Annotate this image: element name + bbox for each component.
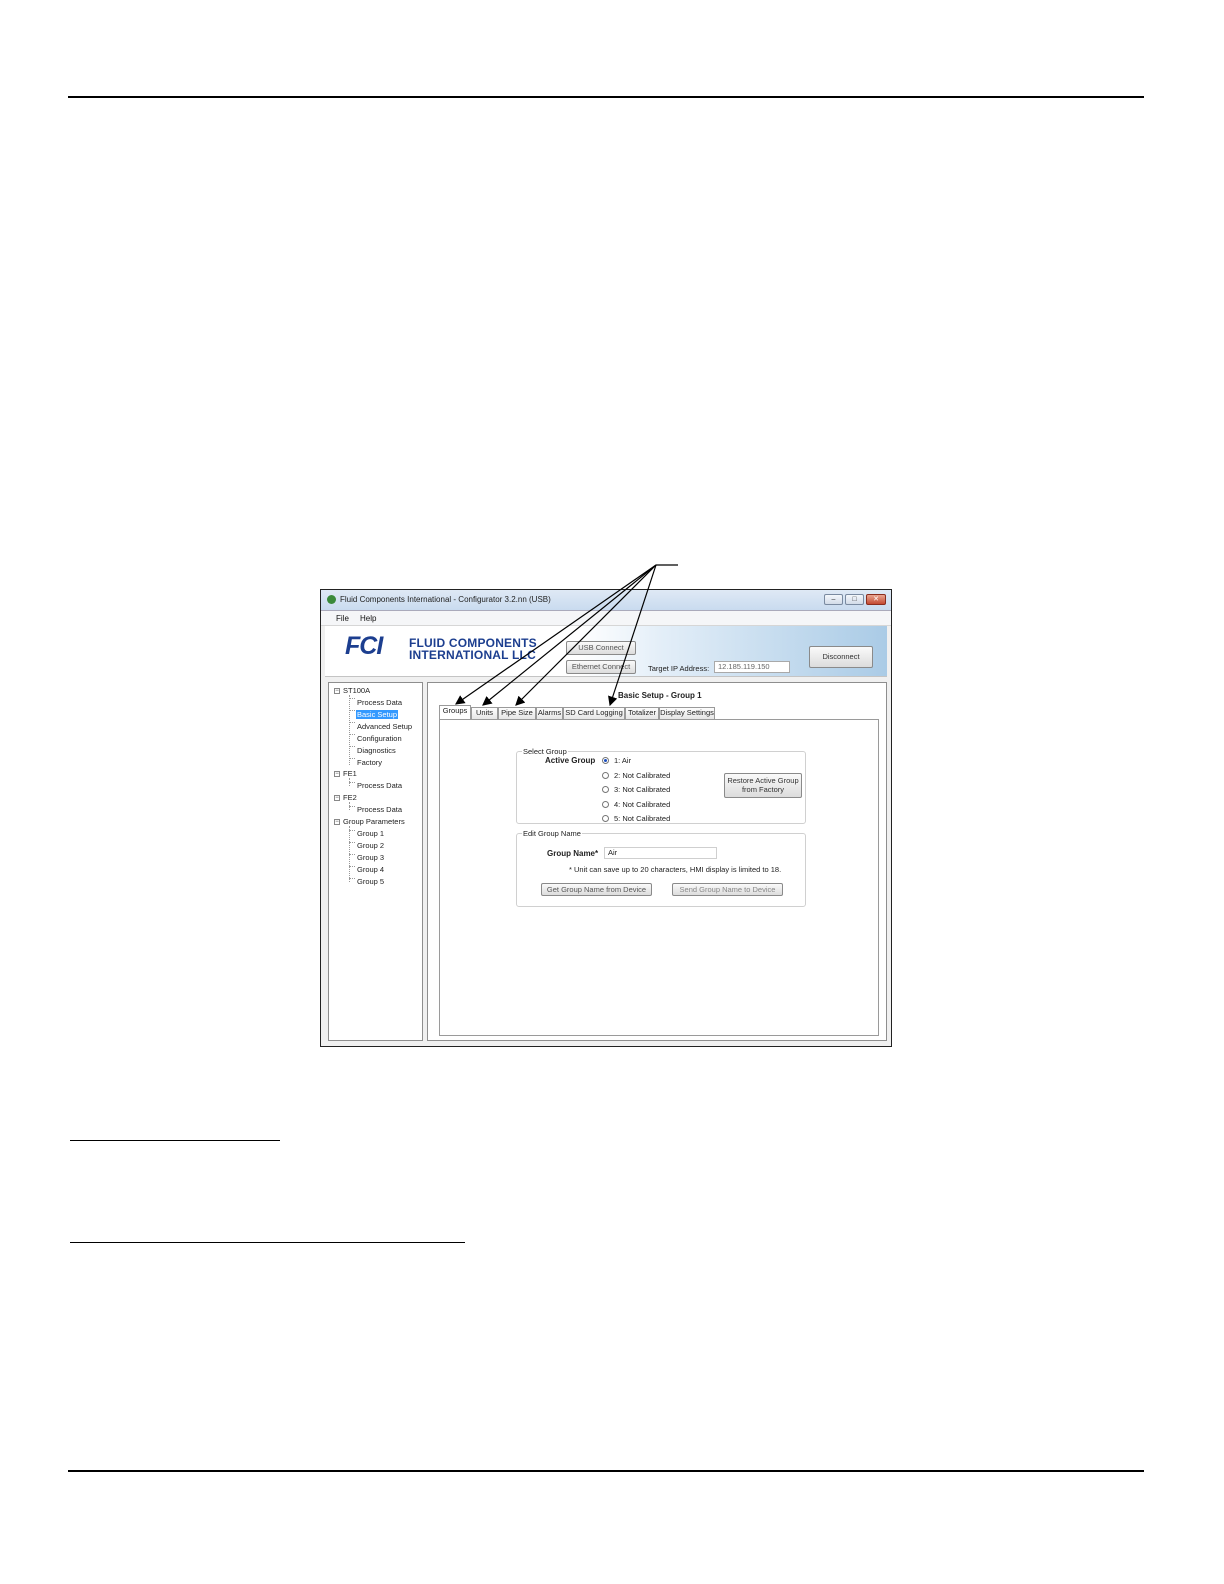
arrow-to-sd-card-tab xyxy=(608,564,657,707)
arrow-to-groups-tab xyxy=(455,564,657,705)
arrow-to-units-tab xyxy=(482,564,657,706)
tab-callout-arrows xyxy=(455,564,678,707)
arrow-to-pipe-size-tab xyxy=(515,564,657,706)
